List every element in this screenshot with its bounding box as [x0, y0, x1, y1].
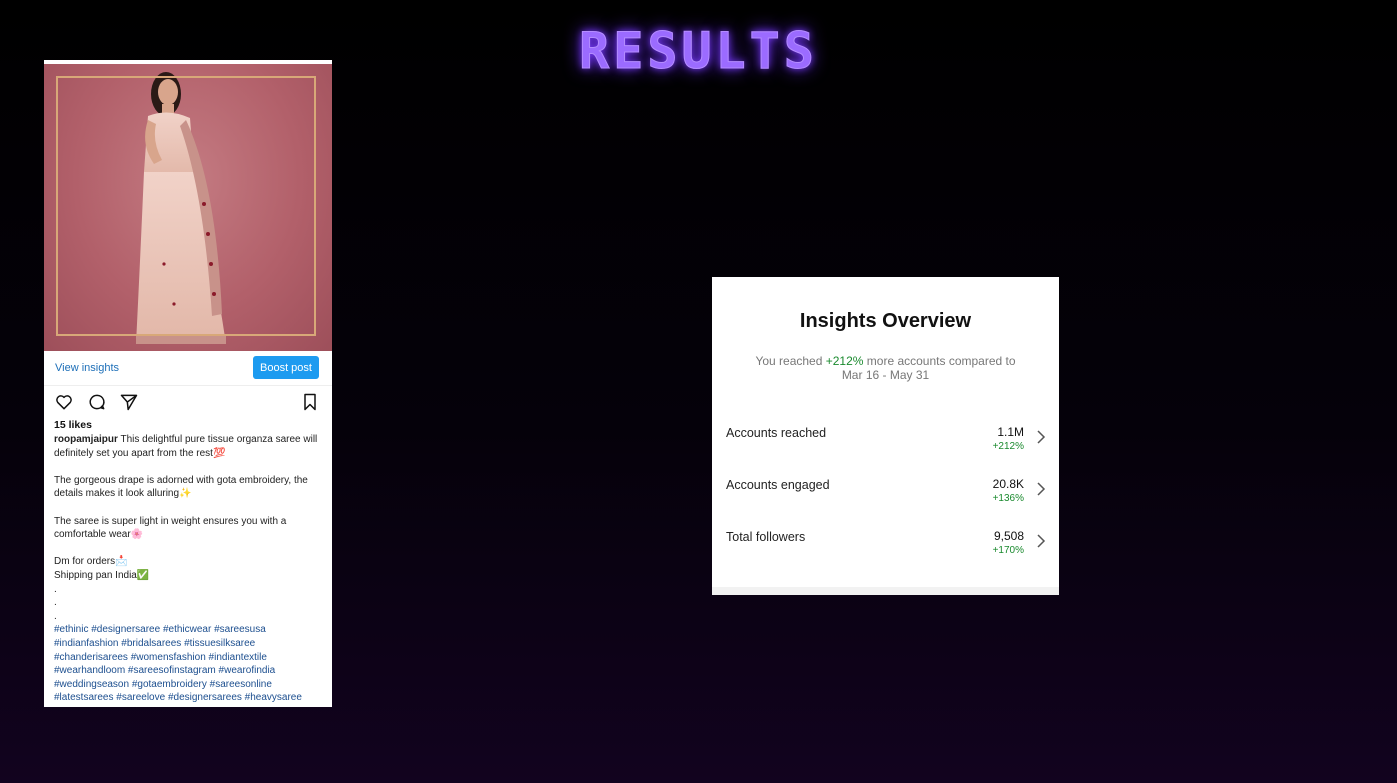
caption-line: The saree is super light in weight ensur…: [54, 515, 287, 541]
caption-line: .: [54, 583, 57, 595]
metric-value: 1.1M: [997, 425, 1024, 439]
post-caption: roopamjaipur This delightful pure tissue…: [54, 433, 324, 705]
insights-title: Insights Overview: [799, 310, 972, 332]
hashtag-line[interactable]: #ethinic #designersaree #ethicwear #sare…: [54, 623, 324, 637]
metric-change: +212%: [992, 441, 1024, 452]
comment-icon[interactable]: [87, 392, 107, 412]
metric-value: 20.8K: [992, 477, 1024, 491]
chevron-right-icon: [1037, 534, 1046, 548]
post-icons-row: [44, 392, 332, 414]
caption-line: .: [54, 597, 57, 609]
chevron-right-icon: [1037, 430, 1046, 444]
hashtag-line[interactable]: #latestsarees #sareelove #designersarees…: [54, 691, 324, 705]
summary-date-range: Mar 16 - May 31: [841, 368, 930, 382]
share-icon[interactable]: [119, 392, 139, 412]
metric-row-accounts-engaged[interactable]: Accounts engaged 20.8K +136%: [726, 474, 1046, 510]
photo-frame: [56, 76, 316, 336]
metric-value: 9,508: [993, 529, 1024, 543]
caption-line: Shipping pan India✅: [54, 569, 150, 581]
boost-post-button[interactable]: Boost post: [253, 356, 319, 379]
heart-icon[interactable]: [54, 392, 74, 412]
hashtag-block: #ethinic #designersaree #ethicwear #sare…: [54, 623, 324, 705]
post-actions-bar: View insights Boost post: [44, 351, 332, 386]
summary-suffix: more accounts compared to: [863, 354, 1016, 368]
metric-change: +136%: [992, 493, 1024, 504]
metric-row-total-followers[interactable]: Total followers 9,508 +170%: [726, 526, 1046, 562]
bookmark-icon[interactable]: [300, 392, 320, 412]
hashtag-line[interactable]: #chanderisarees #womensfashion #indiante…: [54, 651, 324, 665]
caption-line: The gorgeous drape is adorned with gota …: [54, 474, 308, 500]
hashtag-line[interactable]: #wearhandloom #sareesofinstagram #wearof…: [54, 664, 324, 678]
insights-overview-card: Insights Overview You reached +212% more…: [712, 277, 1059, 595]
summary-prefix: You reached: [755, 354, 826, 368]
metric-row-accounts-reached[interactable]: Accounts reached 1.1M +212%: [726, 422, 1046, 458]
post-photo: [44, 64, 332, 351]
chevron-right-icon: [1037, 482, 1046, 496]
insights-summary: You reached +212% more accounts compared…: [742, 354, 1029, 382]
hashtag-line[interactable]: #weddingseason #gotaembroidery #sareeson…: [54, 678, 324, 692]
caption-line: Dm for orders📩: [54, 556, 128, 568]
hashtag-line[interactable]: #indianfashion #bridalsarees #tissuesilk…: [54, 637, 324, 651]
summary-percent: +212%: [825, 354, 864, 368]
instagram-post-card: View insights Boost post 15 likes roopam…: [44, 60, 332, 707]
caption-username[interactable]: roopamjaipur: [54, 434, 118, 445]
likes-count[interactable]: 15 likes: [54, 419, 92, 431]
view-insights-link[interactable]: View insights: [55, 362, 119, 374]
metric-change: +170%: [992, 545, 1024, 556]
metric-label: Accounts reached: [726, 426, 827, 440]
card-bottom-divider: [712, 587, 1059, 595]
metric-label: Total followers: [726, 530, 806, 544]
metric-label: Accounts engaged: [726, 478, 830, 492]
caption-line: .: [54, 610, 57, 622]
